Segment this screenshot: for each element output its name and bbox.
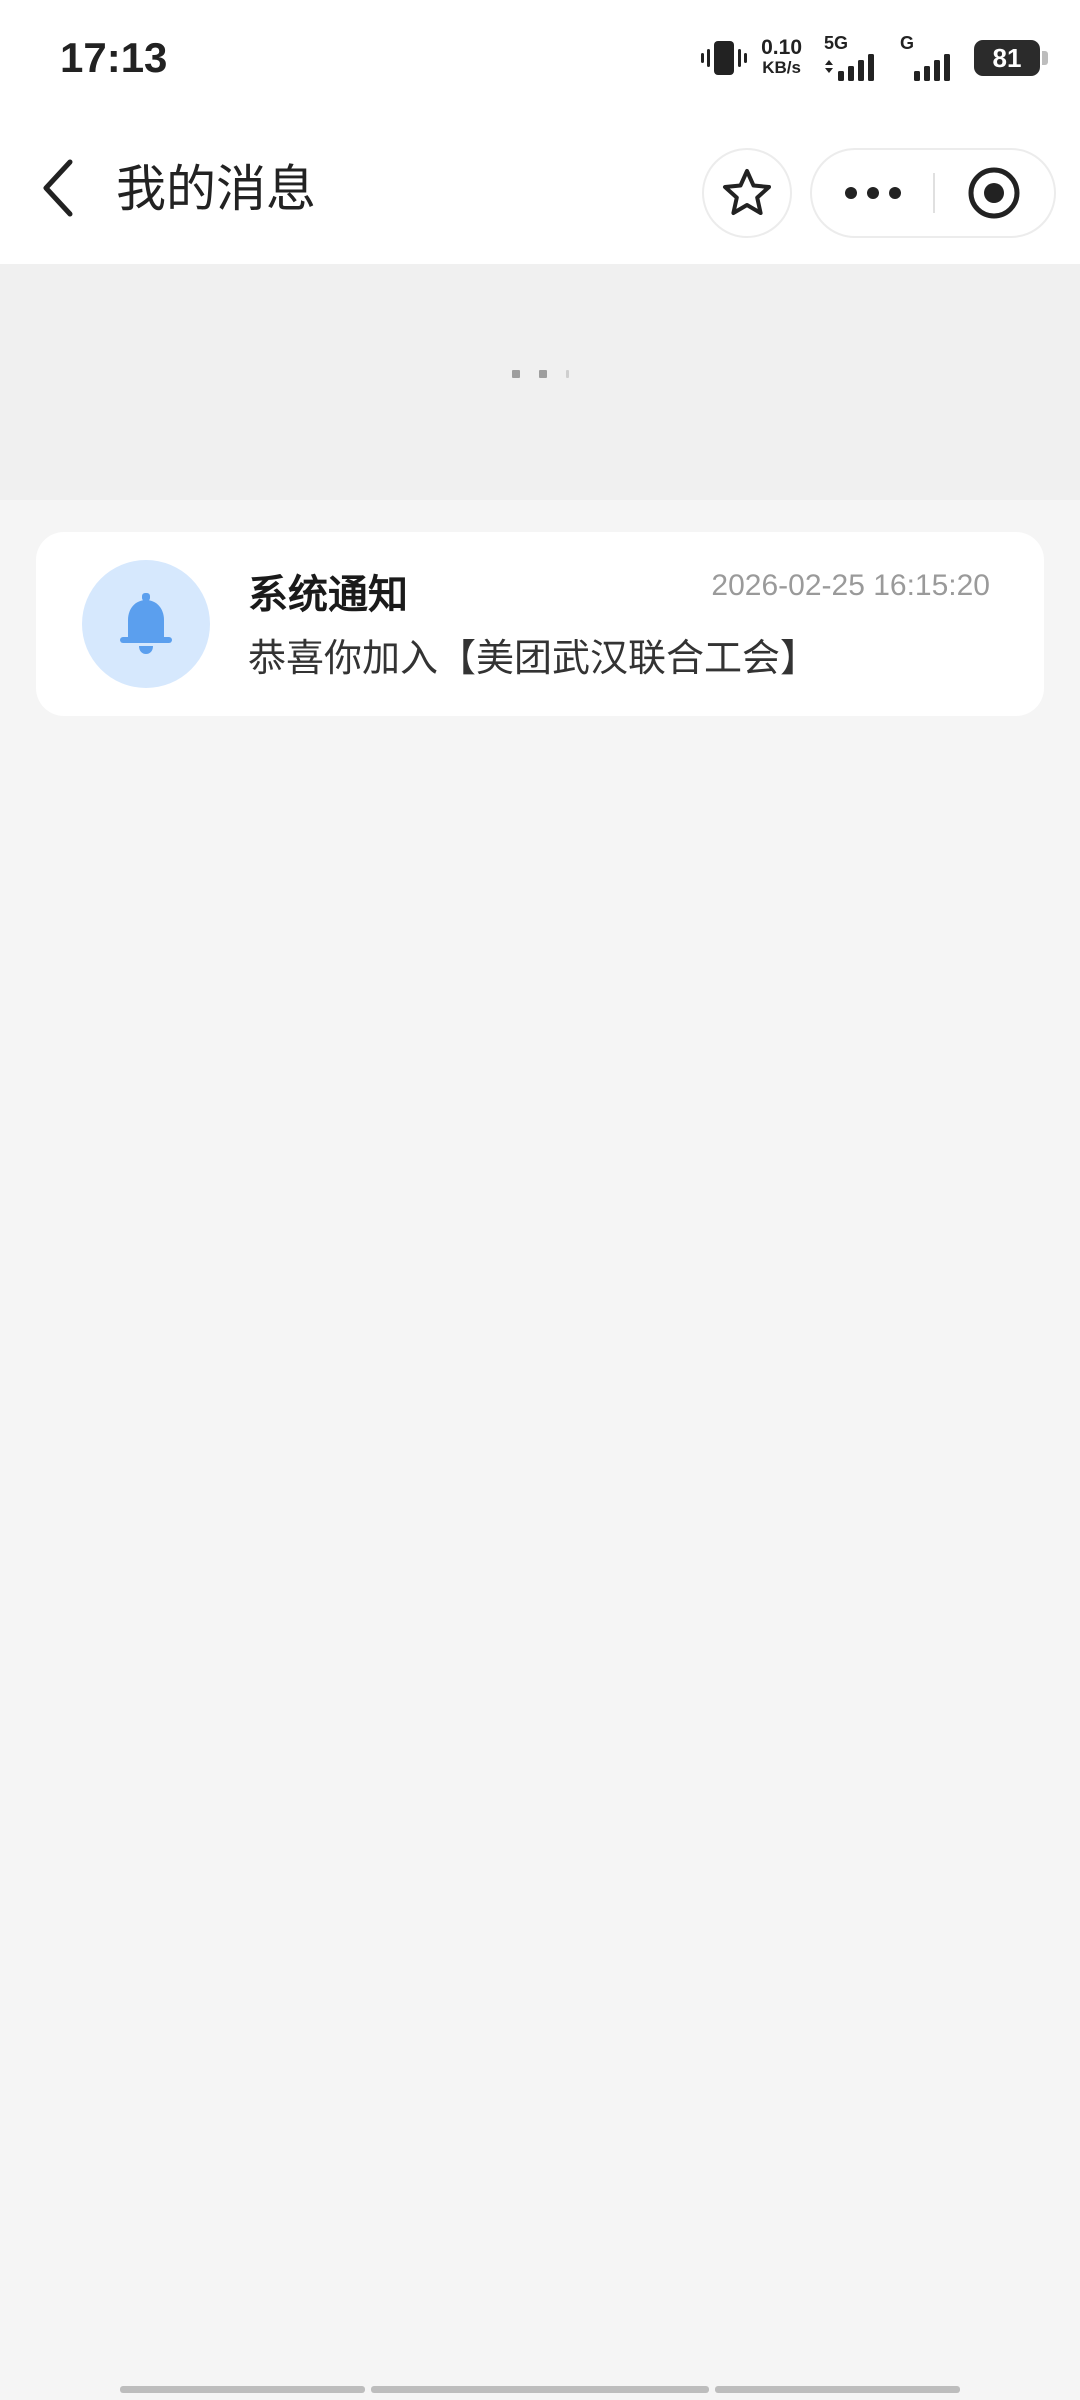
close-mini-program-button[interactable] bbox=[935, 150, 1054, 236]
network-speed-value: 0.10 bbox=[761, 36, 802, 59]
nav-bar: 我的消息 bbox=[0, 116, 1080, 264]
message-avatar bbox=[82, 560, 210, 688]
back-button[interactable] bbox=[28, 146, 88, 230]
more-button[interactable] bbox=[812, 150, 933, 236]
loading-dot bbox=[539, 370, 547, 378]
loading-dot bbox=[566, 370, 569, 378]
gesture-navigation-bar[interactable] bbox=[120, 2386, 960, 2394]
favorite-button[interactable] bbox=[702, 148, 792, 238]
signal-g-icon: G bbox=[898, 33, 960, 81]
more-dots-icon bbox=[844, 187, 901, 199]
loading-indicator bbox=[512, 366, 572, 380]
status-bar: 17:13 0.10 KB/s 5G G 81 bbox=[0, 0, 1080, 116]
status-time: 17:13 bbox=[60, 34, 168, 81]
page-title: 我的消息 bbox=[116, 160, 316, 218]
bell-icon bbox=[120, 593, 172, 654]
app-page: 17:13 0.10 KB/s 5G G 81 我的消息 系统通知 2026-0… bbox=[0, 0, 1080, 2400]
pull-refresh-area bbox=[0, 264, 1080, 500]
mini-program-capsule bbox=[810, 148, 1056, 238]
message-title: 系统通知 bbox=[248, 572, 408, 618]
message-list-item[interactable]: 系统通知 2026-02-25 16:15:20 恭喜你加入【美团武汉联合工会】 bbox=[36, 532, 1044, 716]
battery-icon: 81 bbox=[974, 40, 1048, 76]
signal-5g-icon: 5G bbox=[822, 33, 884, 81]
close-target-icon bbox=[968, 167, 1020, 219]
gesture-bar-segment bbox=[715, 2386, 960, 2393]
gesture-bar-segment bbox=[371, 2386, 709, 2393]
battery-level: 81 bbox=[992, 42, 1022, 73]
back-arrow-icon bbox=[43, 159, 73, 217]
network-speed: 0.10 KB/s bbox=[761, 36, 802, 78]
status-icons: 0.10 KB/s 5G G 81 bbox=[701, 32, 1048, 84]
message-time: 2026-02-25 16:15:20 bbox=[711, 569, 990, 602]
star-icon bbox=[723, 169, 771, 215]
loading-dot bbox=[512, 370, 520, 378]
network-speed-unit: KB/s bbox=[762, 58, 801, 77]
gesture-bar-segment bbox=[120, 2386, 365, 2393]
message-body: 恭喜你加入【美团武汉联合工会】 bbox=[248, 636, 819, 680]
vibrate-icon bbox=[701, 41, 748, 75]
